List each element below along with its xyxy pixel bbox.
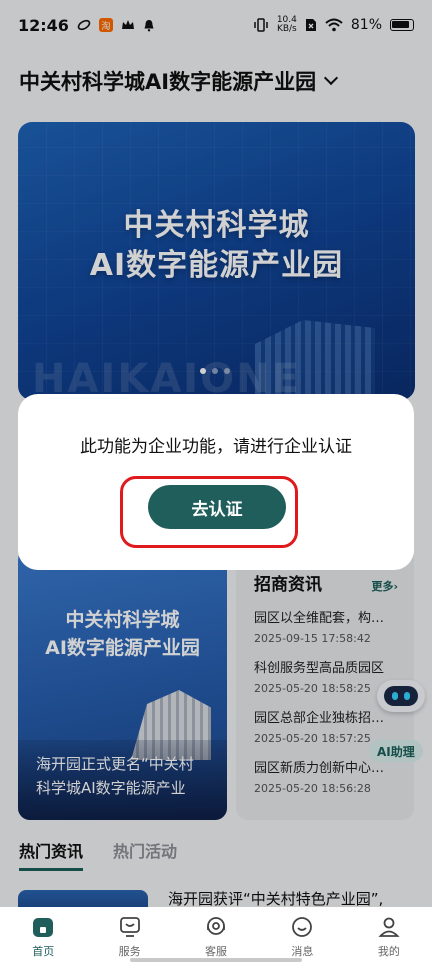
highlight-annotation-ring	[120, 476, 298, 548]
nav-label: 服务	[118, 945, 141, 958]
nav-label: 我的	[377, 945, 400, 958]
home-indicator[interactable]	[130, 958, 302, 962]
nav-item-home[interactable]: 首页	[0, 907, 86, 964]
nav-item-service[interactable]: 服务	[86, 907, 172, 964]
bottom-navigation: 首页 服务 客服 消息 我的	[0, 907, 432, 964]
nav-label: 客服	[205, 945, 228, 958]
nav-item-messages[interactable]: 消息	[259, 907, 345, 964]
service-icon	[119, 917, 140, 937]
customer-service-icon	[207, 917, 225, 935]
message-icon	[292, 917, 313, 937]
nav-item-customer-service[interactable]: 客服	[173, 907, 259, 964]
nav-item-profile[interactable]: 我的	[346, 907, 432, 964]
nav-label: 消息	[291, 945, 314, 958]
enterprise-verification-dialog: 此功能为企业功能，请进行企业认证 去认证	[18, 394, 414, 570]
nav-label: 首页	[32, 945, 55, 958]
home-icon	[33, 918, 54, 937]
dialog-message: 此功能为企业功能，请进行企业认证	[80, 437, 352, 457]
profile-icon	[378, 917, 400, 937]
